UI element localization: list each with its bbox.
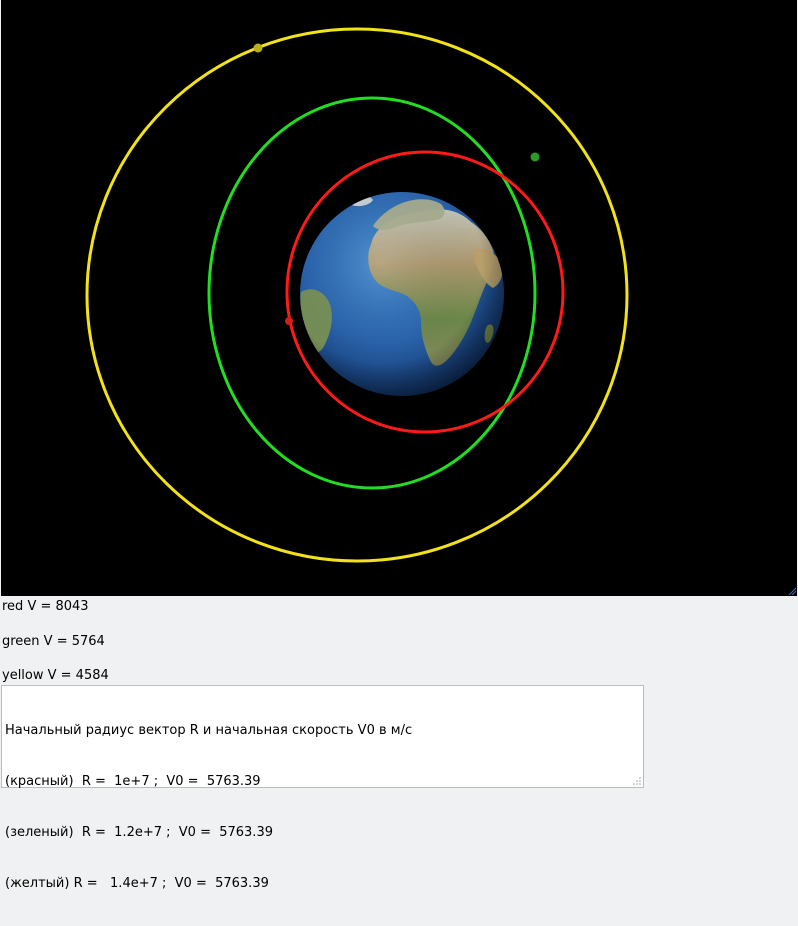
yellow-satellite [253, 43, 263, 53]
green-velocity-label: green V = 5764 [2, 634, 105, 649]
green-satellite [530, 152, 540, 162]
orbit-scene-svg [85, 27, 629, 563]
info-line-red: (красный) R = 1e+7 ; V0 = 5763.39 [5, 774, 261, 789]
earth-globe [300, 192, 504, 396]
info-line-yellow: (желтый) R = 1.4e+7 ; V0 = 5763.39 [5, 876, 269, 891]
yellow-velocity-label: yellow V = 4584 [2, 668, 109, 683]
orbit-scene-canvas[interactable] [1, 0, 797, 596]
info-line-green: (зеленый) R = 1.2e+7 ; V0 = 5763.39 [5, 825, 273, 840]
initial-conditions-textarea[interactable]: Начальный радиус вектор R и начальная ск… [1, 685, 644, 891]
canvas-resize-grip-icon[interactable] [788, 587, 796, 595]
textarea-resize-grip-icon[interactable] [633, 777, 641, 785]
info-header: Начальный радиус вектор R и начальная ск… [5, 723, 413, 738]
red-satellite [285, 317, 293, 325]
red-velocity-label: red V = 8043 [2, 599, 89, 614]
